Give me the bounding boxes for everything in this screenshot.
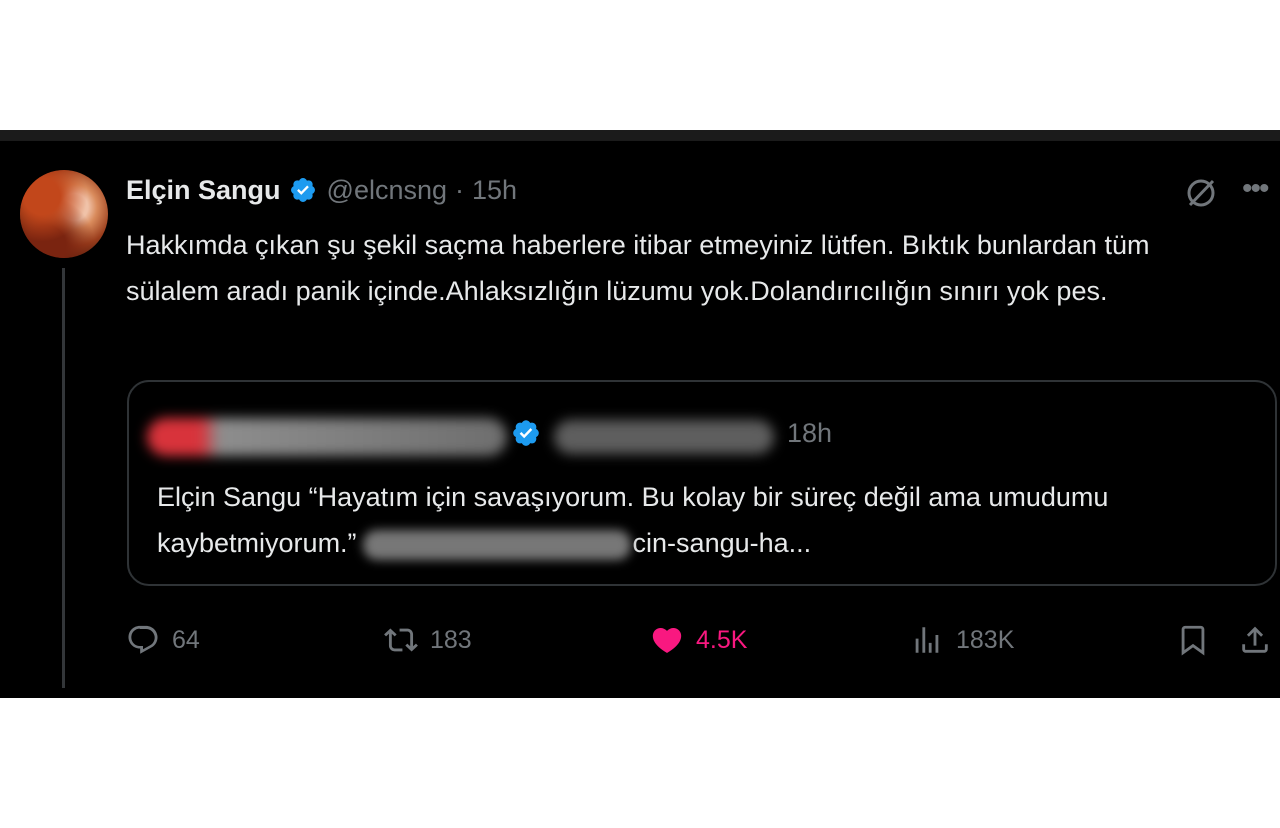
reply-count: 64 (172, 625, 200, 654)
tweet-time[interactable]: 15h (472, 175, 517, 206)
quoted-author-name-redacted (147, 418, 507, 456)
repost-count: 183 (430, 625, 472, 654)
quoted-tweet[interactable]: 18h Elçin Sangu “Hayatım için savaşıyoru… (127, 380, 1277, 586)
grok-icon[interactable] (1184, 176, 1218, 210)
tweet-text: Hakkımda çıkan şu şekil saçma haberlere … (126, 230, 1150, 306)
like-icon (652, 627, 682, 653)
thread-line (62, 268, 65, 688)
avatar[interactable] (20, 170, 108, 258)
author-handle[interactable]: @elcnsng (327, 175, 447, 206)
like-button[interactable]: 4.5K (650, 620, 747, 660)
quoted-author-handle-redacted (554, 420, 774, 454)
verified-badge-icon (513, 420, 539, 446)
repost-icon (384, 628, 418, 652)
quoted-tweet-text: Elçin Sangu “Hayatım için savaşıyorum. B… (157, 474, 1257, 566)
tweet-card[interactable]: Elçin Sangu @elcnsng · 15h ••• Hakkımda … (0, 130, 1280, 698)
more-icon[interactable]: ••• (1242, 174, 1278, 208)
reply-button[interactable]: 64 (126, 620, 200, 660)
quoted-tweet-time: 18h (787, 418, 833, 448)
tweet-header: Elçin Sangu @elcnsng · 15h (126, 170, 517, 210)
bookmark-icon (1181, 625, 1205, 656)
views-button[interactable]: 183K (910, 620, 1014, 660)
verified-badge-icon (290, 178, 315, 202)
share-button[interactable] (1238, 620, 1272, 660)
like-count: 4.5K (696, 625, 748, 654)
reply-icon (128, 625, 158, 654)
redacted-link (362, 529, 631, 560)
views-count: 183K (956, 625, 1015, 654)
quoted-link-tail[interactable]: cin-sangu-ha... (633, 528, 812, 558)
separator-dot: · (455, 174, 465, 205)
top-divider (0, 130, 1280, 141)
author-name[interactable]: Elçin Sangu (126, 175, 281, 206)
views-icon (915, 627, 939, 653)
action-bar: 64 183 4.5K 183K (126, 620, 1280, 660)
share-icon (1242, 626, 1268, 653)
bookmark-button[interactable] (1176, 620, 1210, 660)
repost-button[interactable]: 183 (384, 620, 472, 660)
